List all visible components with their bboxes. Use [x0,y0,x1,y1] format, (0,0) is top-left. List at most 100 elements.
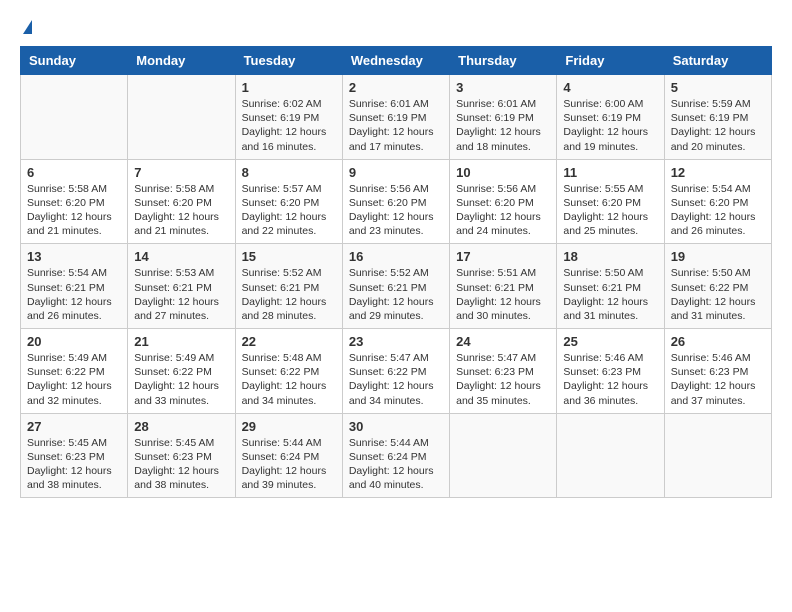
day-number: 11 [563,165,657,180]
day-number: 17 [456,249,550,264]
day-number: 26 [671,334,765,349]
calendar-cell: 21Sunrise: 5:49 AM Sunset: 6:22 PM Dayli… [128,329,235,414]
day-number: 24 [456,334,550,349]
calendar-cell: 1 Sunrise: 6:02 AM Sunset: 6:19 PM Daylig… [235,75,342,160]
calendar-week-row: 20 Sunrise: 5:49 AM Sunset: 6:22 PM Dayli… [21,329,772,414]
day-info: Sunrise: 6:01 AM Sunset: 6:19 PM Dayligh… [456,97,550,154]
calendar-cell: 29 Sunrise: 5:44 AM Sunset: 6:24 PM Dayli… [235,413,342,498]
day-header-saturday: Saturday [664,47,771,75]
calendar-cell: 16 Sunrise: 5:52 AM Sunset: 6:21 PM Dayli… [342,244,449,329]
day-info: Sunrise: 6:02 AM Sunset: 6:19 PM Dayligh… [242,97,336,154]
day-number: 30 [349,419,443,434]
calendar-cell: 14 Sunrise: 5:53 AM Sunset: 6:21 PM Dayli… [128,244,235,329]
calendar-cell: 2 Sunrise: 6:01 AM Sunset: 6:19 PM Daylig… [342,75,449,160]
calendar-cell [450,413,557,498]
calendar-cell: 13 Sunrise: 5:54 AM Sunset: 6:21 PM Dayli… [21,244,128,329]
day-number: 19 [671,249,765,264]
day-number: 10 [456,165,550,180]
day-header-monday: Monday [128,47,235,75]
day-number: 16 [349,249,443,264]
day-info: Sunrise: 5:57 AM Sunset: 6:20 PM Dayligh… [242,182,336,239]
day-number: 23 [349,334,443,349]
day-header-friday: Friday [557,47,664,75]
logo-triangle-icon [23,20,32,34]
day-info: Sunrise: 5:51 AM Sunset: 6:21 PM Dayligh… [456,266,550,323]
day-info: Sunrise: 5:52 AM Sunset: 6:21 PM Dayligh… [349,266,443,323]
day-info: Sunrise: 5:54 AM Sunset: 6:21 PM Dayligh… [27,266,121,323]
day-header-tuesday: Tuesday [235,47,342,75]
day-number: 13 [27,249,121,264]
day-number: 22 [242,334,336,349]
calendar-week-row: 1 Sunrise: 6:02 AM Sunset: 6:19 PM Daylig… [21,75,772,160]
day-number: 15 [242,249,336,264]
calendar-week-row: 6 Sunrise: 5:58 AM Sunset: 6:20 PM Daylig… [21,159,772,244]
calendar-cell [557,413,664,498]
day-info: Sunrise: 5:58 AM Sunset: 6:20 PM Dayligh… [27,182,121,239]
calendar-cell [664,413,771,498]
day-info: Sunrise: 5:53 AM Sunset: 6:21 PM Dayligh… [134,266,228,323]
day-number: 1 [242,80,336,95]
calendar-cell: 22Sunrise: 5:48 AM Sunset: 6:22 PM Dayli… [235,329,342,414]
calendar-cell: 15 Sunrise: 5:52 AM Sunset: 6:21 PM Dayli… [235,244,342,329]
day-info: Sunrise: 5:45 AM Sunset: 6:23 PM Dayligh… [27,436,121,493]
day-info: Sunrise: 5:56 AM Sunset: 6:20 PM Dayligh… [349,182,443,239]
day-number: 25 [563,334,657,349]
day-number: 28 [134,419,228,434]
day-info: Sunrise: 5:50 AM Sunset: 6:22 PM Dayligh… [671,266,765,323]
day-info: Sunrise: 5:44 AM Sunset: 6:24 PM Dayligh… [242,436,336,493]
day-number: 14 [134,249,228,264]
calendar-cell: 20 Sunrise: 5:49 AM Sunset: 6:22 PM Dayli… [21,329,128,414]
calendar-cell: 5 Sunrise: 5:59 AM Sunset: 6:19 PM Daylig… [664,75,771,160]
day-info: Sunrise: 5:55 AM Sunset: 6:20 PM Dayligh… [563,182,657,239]
calendar-header-row: SundayMondayTuesdayWednesdayThursdayFrid… [21,47,772,75]
day-info: Sunrise: 5:49 AM Sunset: 6:22 PM Dayligh… [27,351,121,408]
day-info: Sunrise: 5:47 AM Sunset: 6:23 PM Dayligh… [456,351,550,408]
calendar-cell: 17 Sunrise: 5:51 AM Sunset: 6:21 PM Dayli… [450,244,557,329]
calendar-cell: 7 Sunrise: 5:58 AM Sunset: 6:20 PM Daylig… [128,159,235,244]
day-number: 2 [349,80,443,95]
day-info: Sunrise: 5:46 AM Sunset: 6:23 PM Dayligh… [671,351,765,408]
day-info: Sunrise: 5:46 AM Sunset: 6:23 PM Dayligh… [563,351,657,408]
day-number: 7 [134,165,228,180]
calendar-cell: 24 Sunrise: 5:47 AM Sunset: 6:23 PM Dayli… [450,329,557,414]
header [20,20,772,36]
calendar-cell: 9 Sunrise: 5:56 AM Sunset: 6:20 PM Daylig… [342,159,449,244]
day-number: 21 [134,334,228,349]
day-info: Sunrise: 5:54 AM Sunset: 6:20 PM Dayligh… [671,182,765,239]
day-info: Sunrise: 5:58 AM Sunset: 6:20 PM Dayligh… [134,182,228,239]
day-info: Sunrise: 5:59 AM Sunset: 6:19 PM Dayligh… [671,97,765,154]
calendar-cell: 10Sunrise: 5:56 AM Sunset: 6:20 PM Dayli… [450,159,557,244]
day-number: 8 [242,165,336,180]
day-info: Sunrise: 5:44 AM Sunset: 6:24 PM Dayligh… [349,436,443,493]
day-number: 5 [671,80,765,95]
day-info: Sunrise: 6:01 AM Sunset: 6:19 PM Dayligh… [349,97,443,154]
day-info: Sunrise: 5:45 AM Sunset: 6:23 PM Dayligh… [134,436,228,493]
calendar-cell: 19 Sunrise: 5:50 AM Sunset: 6:22 PM Dayli… [664,244,771,329]
calendar-cell: 23Sunrise: 5:47 AM Sunset: 6:22 PM Dayli… [342,329,449,414]
calendar-cell: 6 Sunrise: 5:58 AM Sunset: 6:20 PM Daylig… [21,159,128,244]
day-number: 6 [27,165,121,180]
calendar-cell: 12 Sunrise: 5:54 AM Sunset: 6:20 PM Dayli… [664,159,771,244]
calendar-cell [128,75,235,160]
day-number: 20 [27,334,121,349]
calendar-cell: 11 Sunrise: 5:55 AM Sunset: 6:20 PM Dayli… [557,159,664,244]
calendar-table: SundayMondayTuesdayWednesdayThursdayFrid… [20,46,772,498]
day-number: 27 [27,419,121,434]
day-number: 29 [242,419,336,434]
calendar-week-row: 13 Sunrise: 5:54 AM Sunset: 6:21 PM Dayli… [21,244,772,329]
day-number: 12 [671,165,765,180]
calendar-cell: 27 Sunrise: 5:45 AM Sunset: 6:23 PM Dayli… [21,413,128,498]
day-info: Sunrise: 5:52 AM Sunset: 6:21 PM Dayligh… [242,266,336,323]
day-header-wednesday: Wednesday [342,47,449,75]
calendar-cell: 4Sunrise: 6:00 AM Sunset: 6:19 PM Daylig… [557,75,664,160]
calendar-cell: 30 Sunrise: 5:44 AM Sunset: 6:24 PM Dayli… [342,413,449,498]
day-info: Sunrise: 5:50 AM Sunset: 6:21 PM Dayligh… [563,266,657,323]
calendar-cell: 26 Sunrise: 5:46 AM Sunset: 6:23 PM Dayli… [664,329,771,414]
calendar-cell: 18 Sunrise: 5:50 AM Sunset: 6:21 PM Dayli… [557,244,664,329]
calendar-cell: 25 Sunrise: 5:46 AM Sunset: 6:23 PM Dayli… [557,329,664,414]
calendar-cell: 8 Sunrise: 5:57 AM Sunset: 6:20 PM Daylig… [235,159,342,244]
day-number: 3 [456,80,550,95]
calendar-cell [21,75,128,160]
day-number: 18 [563,249,657,264]
day-number: 9 [349,165,443,180]
